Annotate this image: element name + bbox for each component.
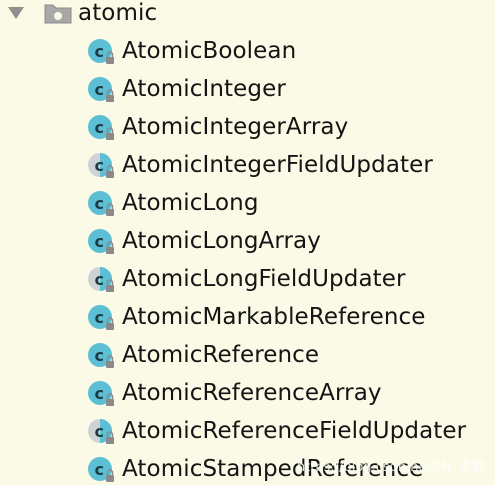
svg-text:c: c	[95, 118, 104, 137]
class-icon: c	[86, 35, 118, 67]
svg-text:c: c	[95, 384, 104, 403]
tree-node-class[interactable]: c AtomicLongFieldUpdater	[86, 260, 406, 298]
class-icon: c	[86, 301, 118, 333]
class-label: AtomicReferenceFieldUpdater	[122, 418, 467, 444]
lock-icon	[106, 359, 114, 368]
class-label: AtomicIntegerFieldUpdater	[122, 152, 433, 178]
tree-node-class[interactable]: c AtomicReferenceFieldUpdater	[86, 412, 466, 450]
tree-node-class[interactable]: c AtomicLong	[86, 184, 259, 222]
tree-node-package[interactable]: atomic	[6, 0, 157, 32]
lock-icon	[106, 169, 114, 178]
class-label: AtomicLongFieldUpdater	[122, 266, 406, 292]
class-icon: c	[86, 377, 118, 409]
tree-node-class[interactable]: c AtomicInteger	[86, 70, 286, 108]
svg-text:c: c	[95, 308, 104, 327]
class-icon: c	[86, 187, 118, 219]
svg-text:c: c	[95, 232, 104, 251]
lock-icon	[106, 245, 114, 254]
lock-icon	[106, 397, 114, 406]
lock-icon	[106, 473, 114, 482]
svg-text:c: c	[95, 346, 104, 365]
lock-icon	[106, 321, 114, 330]
class-icon: c	[86, 73, 118, 105]
abstract-class-icon: c	[86, 149, 118, 181]
watermark: https://blog.csdn.net/Mr_朱鹏	[296, 460, 485, 475]
svg-text:c: c	[95, 156, 104, 175]
class-label: AtomicLongArray	[122, 228, 321, 254]
class-label: AtomicMarkableReference	[122, 304, 426, 330]
class-label: AtomicReferenceArray	[122, 380, 382, 406]
project-tree: atomic c AtomicBoolean c AtomicInteger c Atom…	[0, 0, 495, 485]
tree-node-class[interactable]: c AtomicReference	[86, 336, 319, 374]
tree-node-class[interactable]: c AtomicReferenceArray	[86, 374, 382, 412]
lock-icon	[106, 207, 114, 216]
class-icon: c	[86, 225, 118, 257]
tree-node-class[interactable]: c AtomicBoolean	[86, 32, 296, 70]
package-label: atomic	[78, 0, 158, 26]
svg-text:c: c	[95, 270, 104, 289]
svg-text:c: c	[95, 80, 104, 99]
abstract-class-icon: c	[86, 415, 118, 447]
class-icon: c	[86, 339, 118, 371]
class-label: AtomicIntegerArray	[122, 114, 349, 140]
triangle-down-icon[interactable]	[6, 3, 26, 23]
tree-node-class[interactable]: c AtomicLongArray	[86, 222, 321, 260]
lock-icon	[106, 283, 114, 292]
class-icon: c	[86, 453, 118, 485]
lock-icon	[106, 93, 114, 102]
tree-node-class[interactable]: c AtomicIntegerArray	[86, 108, 348, 146]
svg-text:c: c	[95, 422, 104, 441]
abstract-class-icon: c	[86, 263, 118, 295]
svg-text:c: c	[95, 460, 104, 479]
package-folder-icon	[44, 2, 72, 24]
lock-icon	[106, 131, 114, 140]
lock-icon	[106, 55, 114, 64]
tree-node-class[interactable]: c AtomicMarkableReference	[86, 298, 426, 336]
class-icon: c	[86, 111, 118, 143]
svg-text:c: c	[95, 194, 104, 213]
tree-node-class[interactable]: c AtomicIntegerFieldUpdater	[86, 146, 433, 184]
class-label: AtomicReference	[122, 342, 320, 368]
class-label: AtomicLong	[122, 190, 259, 216]
svg-text:c: c	[95, 42, 104, 61]
class-label: AtomicInteger	[122, 76, 286, 102]
lock-icon	[106, 435, 114, 444]
class-label: AtomicBoolean	[122, 38, 297, 64]
